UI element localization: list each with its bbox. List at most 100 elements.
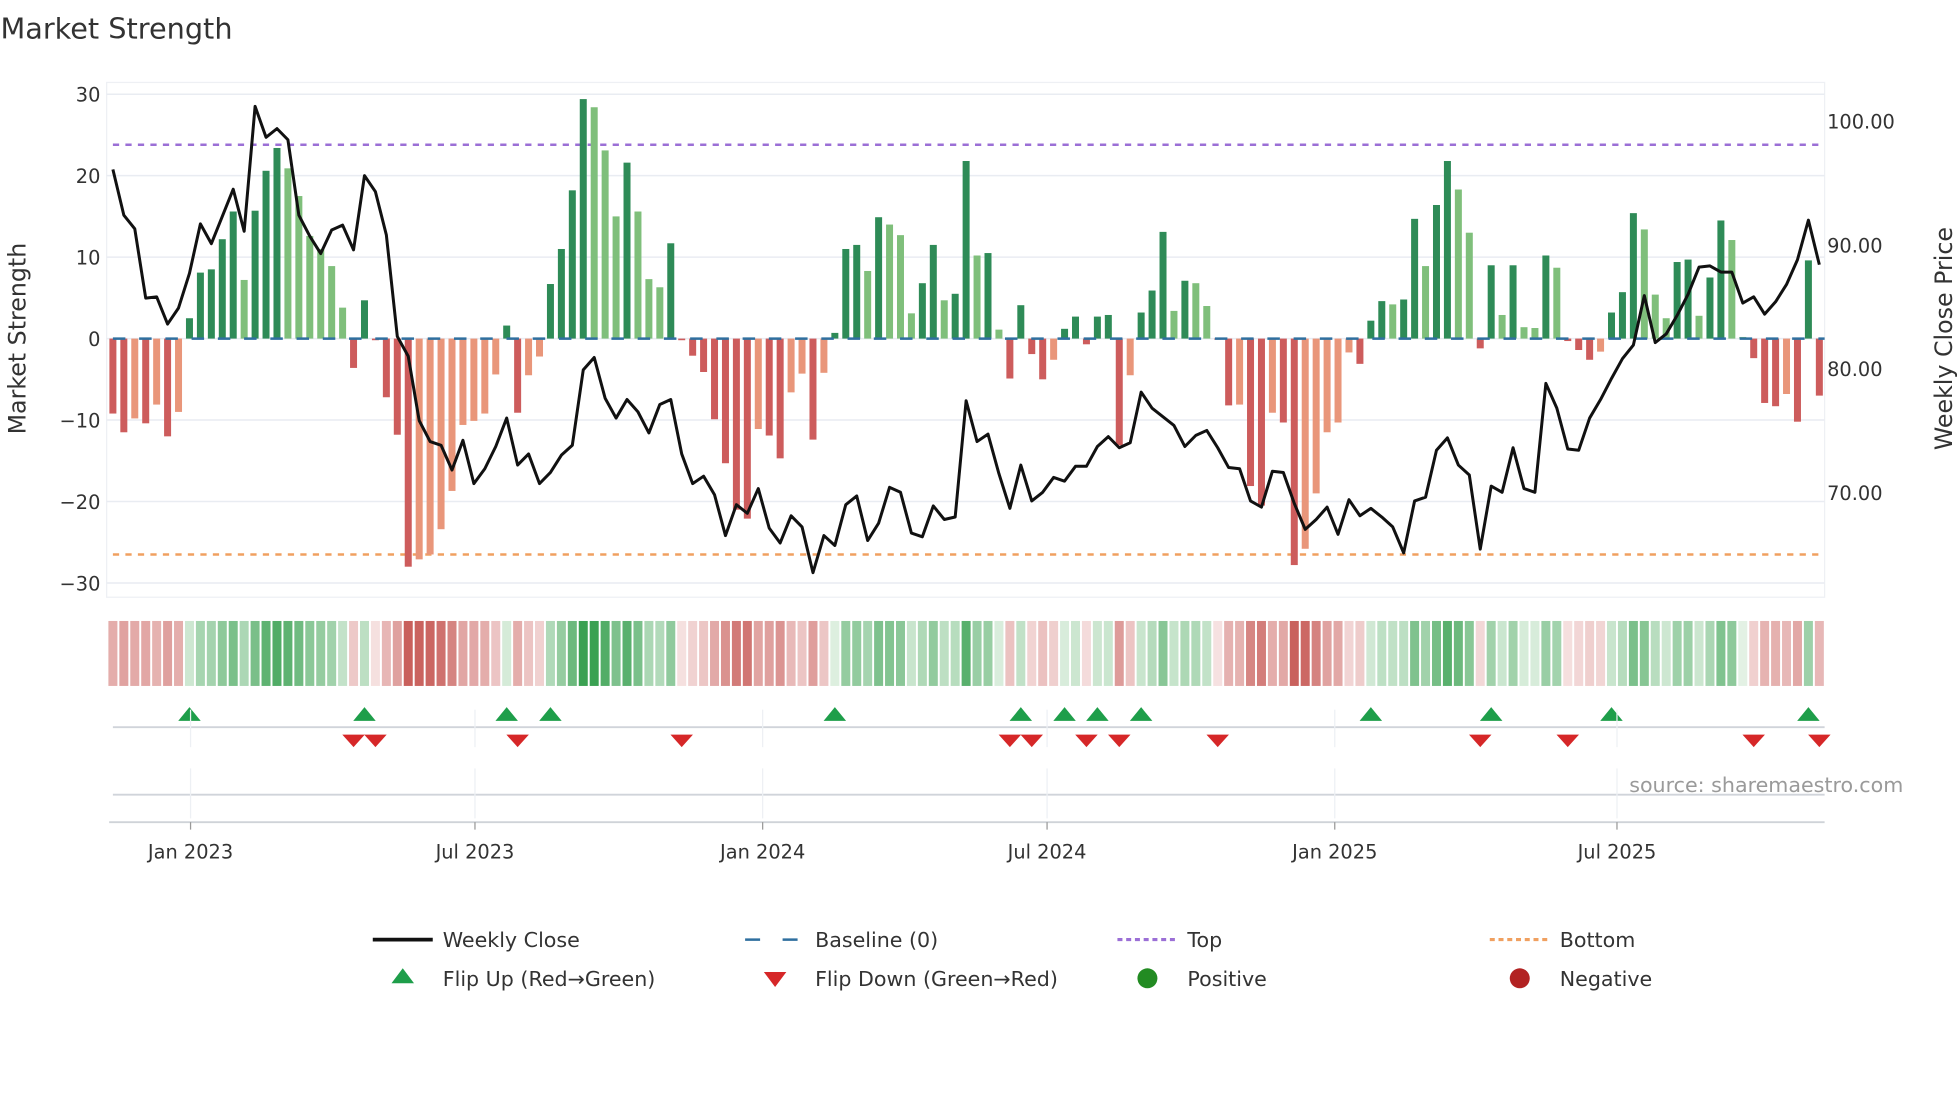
heat-cell: [1081, 620, 1091, 686]
strength-bar: [415, 338, 423, 560]
heat-cell: [425, 620, 435, 686]
strength-bar: [1454, 189, 1462, 339]
legend-label: Top: [1186, 928, 1222, 952]
strength-bar: [1520, 327, 1528, 339]
strength-bar: [853, 244, 861, 339]
strength-bar: [229, 211, 237, 339]
heat-cell: [622, 620, 632, 686]
y-tick-label: 30: [76, 84, 101, 107]
flip-down-marker: [342, 734, 365, 748]
strength-bar: [360, 300, 368, 339]
heat-cell: [1464, 620, 1474, 686]
strength-bar: [273, 147, 281, 339]
flip-down-marker: [998, 734, 1022, 748]
heat-cell: [983, 620, 993, 686]
heat-cell: [1388, 620, 1398, 686]
heat-cell: [917, 620, 927, 686]
heat-cell: [863, 620, 873, 686]
flip-down-marker: [670, 734, 693, 748]
heat-cell: [688, 620, 698, 686]
legend-label: Flip Up (Red→Green): [443, 967, 656, 991]
heat-cell: [1475, 620, 1485, 686]
y-tick-label: 10: [76, 247, 101, 270]
heat-cell: [1114, 620, 1124, 686]
heat-cell: [786, 620, 796, 686]
heat-cell: [1803, 620, 1813, 686]
heat-cell: [1125, 620, 1135, 686]
legend-circle-icon: [1509, 968, 1530, 989]
y-tick-label: 20: [76, 165, 101, 188]
heat-cell: [447, 620, 457, 686]
heat-cell: [1016, 620, 1026, 686]
strength-bar: [1443, 161, 1451, 339]
strength-bar: [1312, 338, 1320, 494]
heat-cell: [1727, 620, 1737, 686]
strength-bar: [1706, 277, 1714, 339]
heat-cell: [184, 620, 194, 686]
heat-cell: [874, 620, 884, 686]
strength-bar: [175, 338, 183, 412]
y2-tick-label: 80.00: [1827, 358, 1882, 381]
strength-bar: [1586, 338, 1594, 360]
y2-tick-label: 70.00: [1827, 482, 1882, 505]
strength-bar: [1039, 338, 1047, 380]
x-tick-label: Jul 2025: [1577, 840, 1657, 863]
heat-cell: [141, 620, 151, 686]
x-axis: Jan 2023 Jul 2023 Jan 2024 Jul 2024 Jan 2025…: [109, 709, 1825, 863]
strength-bar: [907, 313, 915, 339]
flip-up-marker: [495, 707, 518, 721]
y-tick-label: −20: [60, 491, 101, 514]
heat-cell: [600, 620, 610, 686]
heat-cell: [1267, 620, 1277, 686]
heat-cell: [1202, 620, 1212, 686]
strength-bar: [196, 272, 204, 339]
heat-cell: [195, 620, 205, 686]
strength-bar: [1192, 283, 1200, 339]
heat-cell: [578, 620, 588, 686]
heat-cell: [1289, 620, 1299, 686]
strength-bar: [164, 338, 172, 437]
strength-bar: [1597, 338, 1605, 352]
heat-cell: [797, 620, 807, 686]
strength-bar: [1345, 338, 1353, 353]
heat-cell: [1377, 620, 1387, 686]
heat-cell: [239, 620, 249, 686]
x-tick-label: Jan 2025: [1291, 840, 1377, 863]
heat-cell: [895, 620, 905, 686]
flip-up-marker: [1797, 707, 1820, 721]
strength-bar: [1268, 338, 1276, 413]
strength-bar: [711, 338, 719, 420]
heat-cell: [545, 620, 555, 686]
heat-cell: [841, 620, 851, 686]
heat-cell: [699, 620, 709, 686]
strength-bar: [700, 338, 708, 372]
heat-cell: [1585, 620, 1595, 686]
heat-cell: [731, 620, 741, 686]
heat-cell: [535, 620, 545, 686]
strength-bar: [437, 338, 445, 530]
strength-bar: [809, 338, 817, 440]
heat-cell: [1749, 620, 1759, 686]
heat-cell: [1256, 620, 1266, 686]
heat-cell: [819, 620, 829, 686]
strength-bar: [1465, 232, 1473, 339]
strength-bar: [1673, 262, 1681, 339]
heat-cell: [1705, 620, 1715, 686]
heat-cell: [677, 620, 687, 686]
heat-cell: [1235, 620, 1245, 686]
strength-bar: [426, 338, 434, 555]
heat-cell: [1596, 620, 1606, 686]
y2-tick-label: 90.00: [1827, 234, 1882, 257]
strength-bar: [689, 338, 697, 356]
heat-cell: [1442, 620, 1452, 686]
strength-bar: [1279, 338, 1287, 423]
strength-bar: [1006, 338, 1014, 379]
heat-cell: [753, 620, 763, 686]
strength-bar: [1542, 255, 1550, 339]
strength-bar: [1553, 267, 1561, 339]
heat-cell: [436, 620, 446, 686]
strength-bar: [1247, 338, 1255, 487]
strength-bar: [1575, 338, 1583, 351]
strength-bar: [1050, 338, 1058, 360]
flip-down-marker: [506, 734, 529, 748]
